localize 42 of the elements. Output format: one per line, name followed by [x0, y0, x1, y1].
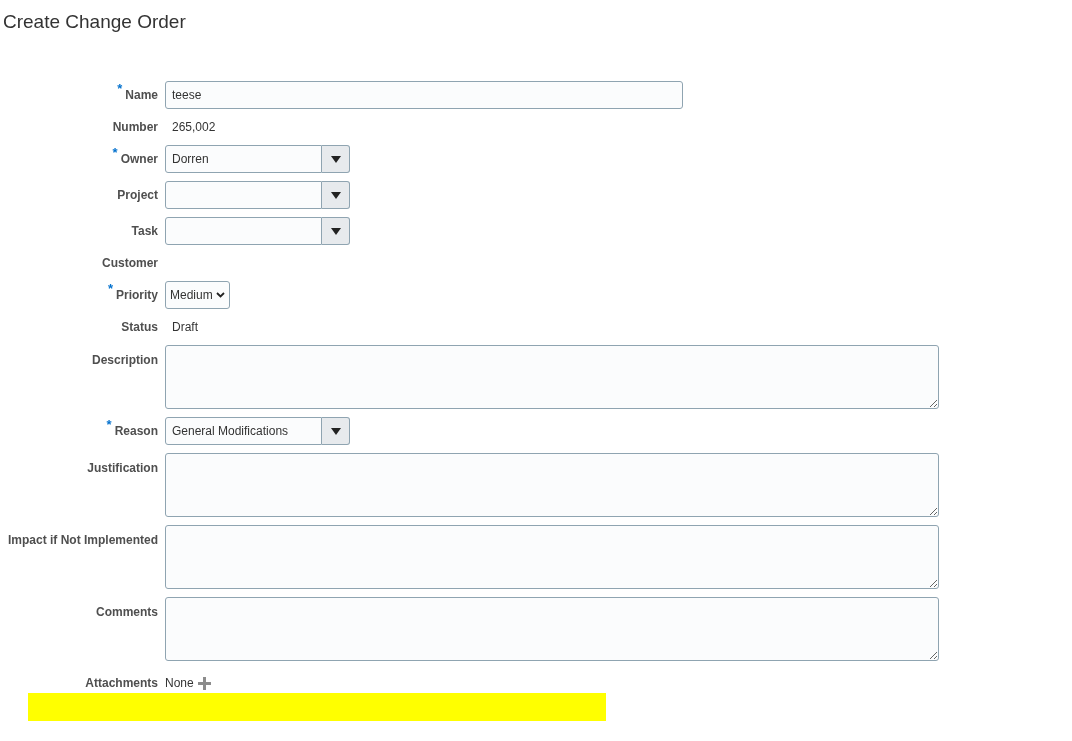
dropdown-button[interactable] — [322, 417, 350, 445]
field-label: Comments — [96, 604, 158, 621]
field-value: Draft — [171, 319, 198, 336]
field-label: Impact if Not Implemented — [7, 532, 158, 549]
page-title: Create Change Order — [3, 10, 187, 34]
field-label: Reason — [114, 423, 158, 440]
chevron-icon — [215, 292, 225, 298]
text-field[interactable]: teese — [165, 81, 683, 109]
required-marker: * — [112, 144, 118, 162]
caret-icon — [330, 227, 341, 235]
required-marker: * — [106, 416, 112, 434]
field-label: Description — [92, 352, 158, 369]
field-label: Number — [112, 119, 158, 136]
text-area[interactable] — [165, 525, 939, 589]
field-label: Name — [125, 87, 158, 104]
field-label: Customer — [102, 255, 158, 272]
caret-icon — [330, 191, 341, 199]
field-value: 265,002 — [171, 119, 216, 136]
field-label: Attachments — [85, 675, 158, 692]
field-value: None — [165, 675, 194, 692]
combo-field[interactable]: Dorren — [165, 145, 322, 173]
combo-field[interactable] — [165, 181, 322, 209]
select-field[interactable]: Medium — [165, 281, 230, 309]
required-marker: * — [117, 80, 123, 98]
add-icon[interactable] — [197, 676, 211, 690]
dropdown-button[interactable] — [322, 145, 350, 173]
caret-icon — [330, 427, 341, 435]
field-label: Project — [117, 187, 158, 204]
caret-icon — [330, 155, 341, 163]
field-label: Task — [131, 223, 158, 240]
dropdown-button[interactable] — [322, 217, 350, 245]
combo-field[interactable] — [165, 217, 322, 245]
field-label: Justification — [87, 460, 158, 477]
combo-field[interactable]: General Modifications — [165, 417, 322, 445]
required-marker: * — [107, 280, 113, 298]
field-label: Priority — [116, 287, 158, 304]
text-area[interactable] — [165, 345, 939, 409]
field-label: Status — [121, 319, 158, 336]
dropdown-button[interactable] — [322, 181, 350, 209]
text-area[interactable] — [165, 453, 939, 517]
field-label: Owner — [120, 151, 158, 168]
text-area[interactable] — [165, 597, 939, 661]
